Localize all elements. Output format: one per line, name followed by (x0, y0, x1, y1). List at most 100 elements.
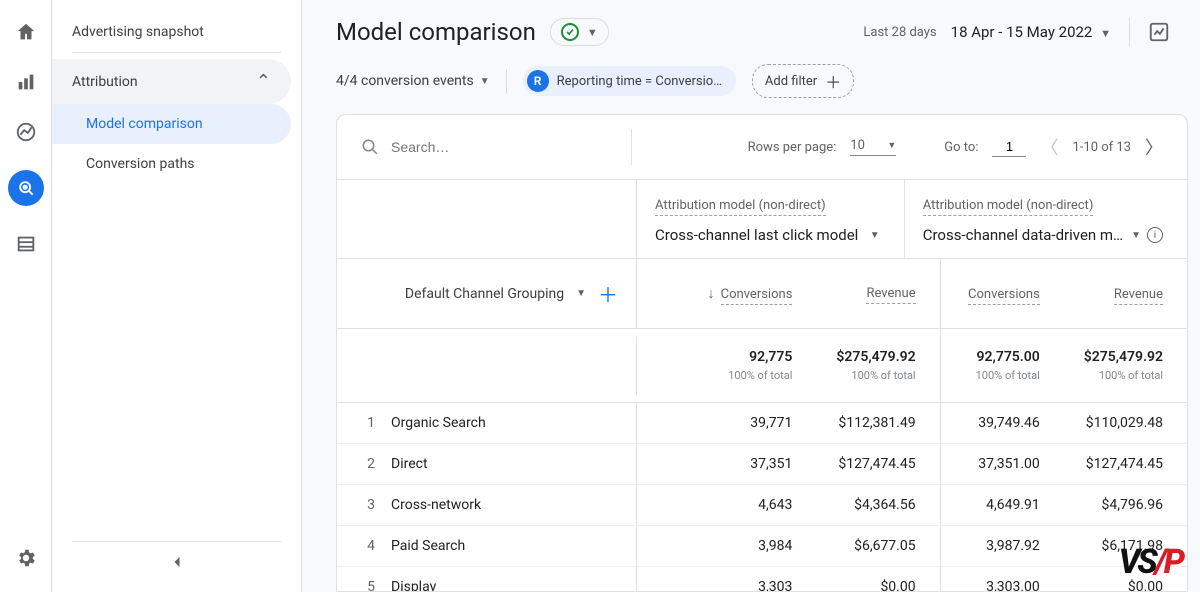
reporting-time-chip[interactable]: R Reporting time = Conversio… (523, 66, 736, 96)
cell-b-conv: 39,749.46 (941, 403, 1064, 443)
configure-icon[interactable] (14, 232, 38, 256)
rows-per-page-value: 10 (850, 138, 865, 153)
cell-a-conv: 39,771 (693, 403, 816, 443)
chevron-down-icon: ▼ (870, 230, 880, 241)
collapse-sidebar-button[interactable] (52, 552, 301, 572)
explore-icon[interactable] (14, 120, 38, 144)
sidebar-item-advertising-snapshot[interactable]: Advertising snapshot (52, 12, 301, 52)
model-a-label: Attribution model (non-direct) (655, 198, 826, 216)
divider (506, 69, 507, 93)
icon-rail (0, 0, 52, 592)
totals-b-rev: $275,479.92100% of total (1064, 329, 1187, 402)
main-content: Model comparison ▼ Last 28 days 18 Apr -… (302, 0, 1200, 592)
totals-dim-cell (337, 337, 637, 395)
totals-a-rev: $275,479.92100% of total (816, 329, 939, 402)
table-row[interactable]: 2Direct37,351$127,474.4537,351.00$127,47… (337, 444, 1187, 485)
metric-header-revenue-b[interactable]: Revenue (1064, 266, 1187, 322)
cell-a-rev: $112,381.49 (816, 403, 939, 443)
table-row[interactable]: 4Paid Search3,984$6,677.053,987.92$6,171… (337, 526, 1187, 567)
comparison-table: Default Channel Grouping ▼ ＋ ↓Conversion… (337, 259, 1187, 592)
table-row[interactable]: 3Cross-network4,643$4,364.564,649.91$4,7… (337, 485, 1187, 526)
page-header: Model comparison ▼ Last 28 days 18 Apr -… (302, 0, 1200, 56)
divider (1129, 18, 1130, 46)
data-card: Rows per page: 10 ▼ Go to: 〈 1-10 of 13 〉… (336, 114, 1188, 592)
table-row[interactable]: 1Organic Search39,771$112,381.4939,749.4… (337, 403, 1187, 444)
sidebar-item-attribution[interactable]: Attribution ⌃ (52, 59, 291, 104)
table-header-row: Default Channel Grouping ▼ ＋ ↓Conversion… (337, 259, 1187, 329)
model-header-row: Attribution model (non-direct) Cross-cha… (337, 180, 1187, 259)
pagination: Rows per page: 10 ▼ Go to: 〈 1-10 of 13 〉 (748, 134, 1163, 160)
gear-icon[interactable] (14, 546, 38, 570)
date-range-picker[interactable]: 18 Apr - 15 May 2022 ▼ (951, 23, 1111, 41)
rows-per-page-label: Rows per page: (748, 140, 837, 155)
model-a-name: Cross-channel last click model (655, 226, 858, 244)
next-page-button[interactable]: 〉 (1145, 134, 1163, 160)
search-input[interactable] (389, 138, 569, 156)
info-icon[interactable]: i (1147, 227, 1163, 243)
sidebar: Advertising snapshot Attribution ⌃ Model… (52, 0, 302, 592)
sidebar-item-label: Attribution (72, 74, 138, 90)
conversion-events-select[interactable]: 4/4 conversion events ▼ (336, 73, 490, 89)
model-a-column: Attribution model (non-direct) Cross-cha… (637, 180, 905, 258)
dimension-spacer (337, 180, 637, 258)
model-b-name: Cross-channel data-driven m… (923, 226, 1123, 244)
date-range-text: 18 Apr - 15 May 2022 (951, 23, 1093, 41)
cell-a-rev: $127,474.45 (816, 444, 939, 484)
cell-b-rev: $4,796.96 (1064, 485, 1187, 525)
chevron-down-icon: ▼ (1100, 27, 1111, 40)
table-row[interactable]: 5Display3,303$0.003,303.00$0.00 (337, 567, 1187, 592)
watermark-logo: VS/P (1119, 542, 1182, 582)
sidebar-item-model-comparison[interactable]: Model comparison (52, 104, 291, 144)
cell-a-rev: $0.00 (816, 567, 939, 592)
cell-b-conv: 37,351.00 (941, 444, 1064, 484)
cell-b-conv: 4,649.91 (941, 485, 1064, 525)
metric-header-conversions-b[interactable]: Conversions (941, 266, 1064, 322)
cell-b-rev: $127,474.45 (1064, 444, 1187, 484)
status-pill[interactable]: ▼ (550, 18, 609, 46)
model-a-select[interactable]: Cross-channel last click model ▼ (655, 226, 880, 244)
sidebar-item-conversion-paths[interactable]: Conversion paths (52, 144, 291, 184)
chevron-down-icon: ▼ (887, 140, 896, 151)
model-b-column: Attribution model (non-direct) Cross-cha… (905, 180, 1187, 258)
divider (72, 52, 281, 53)
add-filter-button[interactable]: Add filter ＋ (752, 64, 854, 98)
chevron-up-icon: ⌃ (256, 71, 271, 92)
home-icon[interactable] (14, 20, 38, 44)
model-b-select[interactable]: Cross-channel data-driven m… ▼ i (923, 226, 1163, 244)
row-dimension: 4Paid Search (337, 526, 637, 566)
metric-header-revenue-a[interactable]: Revenue (816, 265, 939, 322)
chevron-down-icon: ▼ (576, 288, 586, 299)
chevron-down-icon: ▼ (1131, 230, 1141, 241)
goto-input[interactable] (992, 138, 1026, 157)
cell-a-conv: 3,303 (693, 567, 816, 592)
insights-icon[interactable] (1148, 21, 1170, 43)
page-title: Model comparison ▼ (336, 18, 609, 46)
r-badge: R (527, 70, 549, 92)
cell-a-conv: 4,643 (693, 485, 816, 525)
chevron-down-icon: ▼ (480, 76, 490, 87)
totals-row: 92,775100% of total $275,479.92100% of t… (337, 329, 1187, 403)
goto-label: Go to: (944, 140, 978, 155)
metric-header-conversions-a[interactable]: ↓Conversions (693, 265, 816, 322)
search-icon (361, 138, 379, 156)
cell-a-rev: $6,677.05 (816, 526, 939, 566)
row-dimension: 3Cross-network (337, 485, 637, 525)
page-title-text: Model comparison (336, 18, 536, 46)
search-wrap (361, 138, 611, 156)
bar-chart-icon[interactable] (14, 70, 38, 94)
row-dimension: 2Direct (337, 444, 637, 484)
rows-per-page-select[interactable]: 10 ▼ (850, 138, 896, 156)
conversion-events-label: 4/4 conversion events (336, 73, 474, 89)
card-toolbar: Rows per page: 10 ▼ Go to: 〈 1-10 of 13 〉 (337, 115, 1187, 180)
pagination-text: 1-10 of 13 (1072, 140, 1131, 155)
advertising-icon[interactable] (8, 170, 44, 206)
totals-b-conv: 92,775.00100% of total (941, 329, 1064, 402)
add-filter-label: Add filter (765, 74, 817, 89)
add-dimension-button[interactable]: ＋ (598, 279, 618, 308)
dimension-header[interactable]: Default Channel Grouping ▼ ＋ (337, 259, 637, 328)
row-dimension: 5Display (337, 567, 637, 592)
plus-icon: ＋ (825, 69, 841, 93)
cell-b-conv: 3,303.00 (941, 567, 1064, 592)
dimension-label: Default Channel Grouping (355, 286, 564, 302)
prev-page-button[interactable]: 〈 (1040, 134, 1058, 160)
